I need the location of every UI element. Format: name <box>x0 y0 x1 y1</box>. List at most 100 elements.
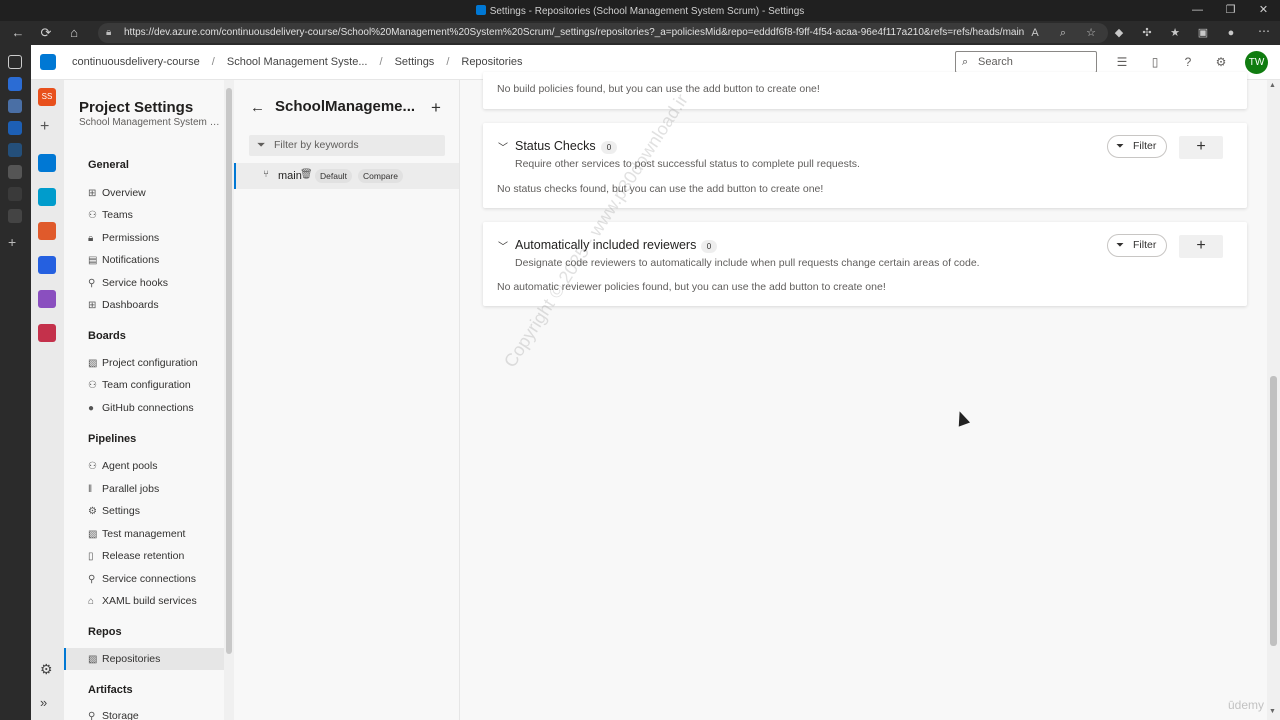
tab-azure-icon-2[interactable] <box>8 121 22 135</box>
nav-item-repositories[interactable]: ▧ Repositories <box>64 648 224 670</box>
test-plans-icon[interactable] <box>38 290 56 308</box>
repos-icon[interactable] <box>38 222 56 240</box>
extension-icon[interactable]: ◆ <box>1110 24 1128 42</box>
breadcrumb-settings[interactable]: Settings <box>395 56 435 68</box>
tab-github-icon[interactable] <box>8 209 22 223</box>
branch-row-main[interactable]: ⑂ main 🗑︎ Default Compare <box>234 163 459 189</box>
read-aloud-icon[interactable]: A <box>1026 24 1044 42</box>
nav-item-notifications[interactable]: ▤ Notifications <box>88 254 159 266</box>
help-icon[interactable]: ? <box>1179 53 1197 71</box>
tab-page-icon-2[interactable] <box>8 187 22 201</box>
overview-icon[interactable] <box>38 154 56 172</box>
filter-button[interactable]: ⏷ Filter <box>1107 234 1167 257</box>
policies-content: No build policies found, but you can use… <box>461 72 1267 720</box>
add-branch-plus-icon[interactable]: + <box>431 98 441 118</box>
nav-item-xaml-build-services[interactable]: ⌂ XAML build services <box>88 595 197 607</box>
nav-group-boards: Boards <box>88 330 126 342</box>
scrollbar-thumb[interactable] <box>1270 376 1277 646</box>
maximize-button[interactable]: ❐ <box>1214 0 1247 21</box>
nav-item-parallel-jobs[interactable]: ‖ Parallel jobs <box>88 483 159 495</box>
scroll-up-arrow-icon[interactable]: ▲ <box>1269 82 1276 89</box>
header-actions: ☰ ▯ ? ⚙ <box>1113 53 1230 71</box>
extensions-puzzle-icon[interactable]: ✣ <box>1138 24 1156 42</box>
filter-button[interactable]: ⏷ Filter <box>1107 135 1167 158</box>
status-checks-description: Require other services to post successfu… <box>515 158 860 170</box>
nav-item-test-management[interactable]: ▧ Test management <box>88 528 185 540</box>
marketplace-bag-icon[interactable]: ▯ <box>1146 53 1164 71</box>
nav-item-project-configuration[interactable]: ▧ Project configuration <box>88 357 198 369</box>
tab-azure-icon-3[interactable] <box>8 143 22 157</box>
back-arrow-icon[interactable]: ← <box>8 24 28 42</box>
storage-icon: ⚲ <box>88 711 96 720</box>
nav-item-service-hooks[interactable]: ⚲ Service hooks <box>88 277 168 289</box>
tab-azure-active-icon[interactable] <box>8 99 22 113</box>
chevron-down-icon[interactable]: ﹀ <box>498 238 508 253</box>
add-icon[interactable]: + <box>40 118 49 136</box>
more-icon[interactable]: ⋯ <box>1258 24 1270 38</box>
nav-item-teams[interactable]: ⚇ Teams <box>88 209 133 221</box>
profile-icon[interactable]: ● <box>1222 24 1240 42</box>
filter-keywords-input[interactable]: ⏷ Filter by keywords <box>249 135 445 156</box>
search-placeholder: Search <box>978 56 1013 68</box>
nav-item-github-connections[interactable]: ● GitHub connections <box>88 402 194 414</box>
project-settings-gear-icon[interactable]: ⚙ <box>40 661 53 678</box>
team-config-icon: ⚇ <box>88 380 97 391</box>
new-tab-plus-icon[interactable]: + <box>8 235 22 249</box>
nav-item-permissions[interactable]: 🔒︎ Permissions <box>88 232 159 244</box>
scroll-down-arrow-icon[interactable]: ▼ <box>1269 708 1276 715</box>
window-title: Settings - Repositories (School Manageme… <box>489 6 805 17</box>
delete-icon[interactable]: 🗑︎ <box>300 169 313 180</box>
address-bar[interactable]: 🔒︎ https://dev.azure.com/continuousdeliv… <box>98 23 1108 43</box>
chevron-down-icon[interactable]: ﹀ <box>498 139 508 154</box>
repository-icon: ▧ <box>88 654 98 665</box>
boards-icon[interactable] <box>38 188 56 206</box>
default-badge: Default <box>315 169 352 183</box>
user-settings-icon[interactable]: ⚙ <box>1212 53 1230 71</box>
zoom-icon[interactable]: ⌕ <box>1054 24 1072 42</box>
project-icon[interactable]: SS <box>38 88 56 106</box>
favorite-add-icon[interactable]: ☆ <box>1082 24 1100 42</box>
branch-name: main <box>278 170 302 182</box>
tab-azure-icon[interactable] <box>8 77 22 91</box>
breadcrumb-project[interactable]: School Management Syste... <box>227 56 368 68</box>
breadcrumb-organization[interactable]: continuousdelivery-course <box>72 56 200 68</box>
link-icon: ⚲ <box>88 278 96 289</box>
nav-item-team-configuration[interactable]: ⚇ Team configuration <box>88 379 191 391</box>
home-icon[interactable]: ⌂ <box>64 24 84 42</box>
parallel-icon: ‖ <box>88 484 93 495</box>
filter-icon: ⏷ <box>1116 141 1124 152</box>
artifacts-icon[interactable] <box>38 324 56 342</box>
back-arrow-icon[interactable]: ← <box>250 99 265 116</box>
nav-item-dashboards[interactable]: ⊞ Dashboards <box>88 299 159 311</box>
search-input[interactable]: ⌕ Search <box>955 51 1097 73</box>
avatar[interactable]: TW <box>1245 51 1268 74</box>
azure-devops-logo-icon[interactable] <box>40 54 56 70</box>
expand-chevron-icon[interactable]: » <box>40 695 47 710</box>
teams-icon: ⚇ <box>88 210 97 221</box>
nav-item-overview[interactable]: ⊞ Overview <box>88 187 146 199</box>
close-window-button[interactable]: ✕ <box>1247 0 1280 21</box>
refresh-icon[interactable]: ⟳ <box>36 24 56 42</box>
udemy-watermark: ūdemy <box>1228 698 1265 712</box>
main-scrollbar[interactable]: ▲ ▼ <box>1267 80 1280 720</box>
nav-item-storage[interactable]: ⚲ Storage <box>88 710 139 720</box>
scrollbar-thumb[interactable] <box>226 88 232 654</box>
breadcrumb-repositories[interactable]: Repositories <box>461 56 522 68</box>
minimize-button[interactable]: — <box>1181 0 1214 21</box>
nav-item-agent-pools[interactable]: ⚇ Agent pools <box>88 460 157 472</box>
favorites-icon[interactable]: ★ <box>1166 24 1184 42</box>
nav-item-service-connections[interactable]: ⚲ Service connections <box>88 573 196 585</box>
nav-item-release-retention[interactable]: ▯ Release retention <box>88 550 184 562</box>
settings-nav-scrollbar[interactable] <box>224 80 234 720</box>
add-reviewer-button[interactable]: + <box>1179 235 1223 258</box>
collections-icon[interactable]: ▣ <box>1194 24 1212 42</box>
tab-actions-icon[interactable] <box>8 55 22 69</box>
automatic-reviewers-title[interactable]: Automatically included reviewers <box>515 238 696 252</box>
nav-item-pipeline-settings[interactable]: ⚙ Settings <box>88 505 140 517</box>
url-text: https://dev.azure.com/continuousdelivery… <box>124 27 1025 38</box>
add-status-check-button[interactable]: + <box>1179 136 1223 159</box>
tab-page-icon[interactable] <box>8 165 22 179</box>
pipelines-icon[interactable] <box>38 256 56 274</box>
status-checks-title[interactable]: Status Checks <box>515 139 596 153</box>
task-list-icon[interactable]: ☰ <box>1113 53 1131 71</box>
